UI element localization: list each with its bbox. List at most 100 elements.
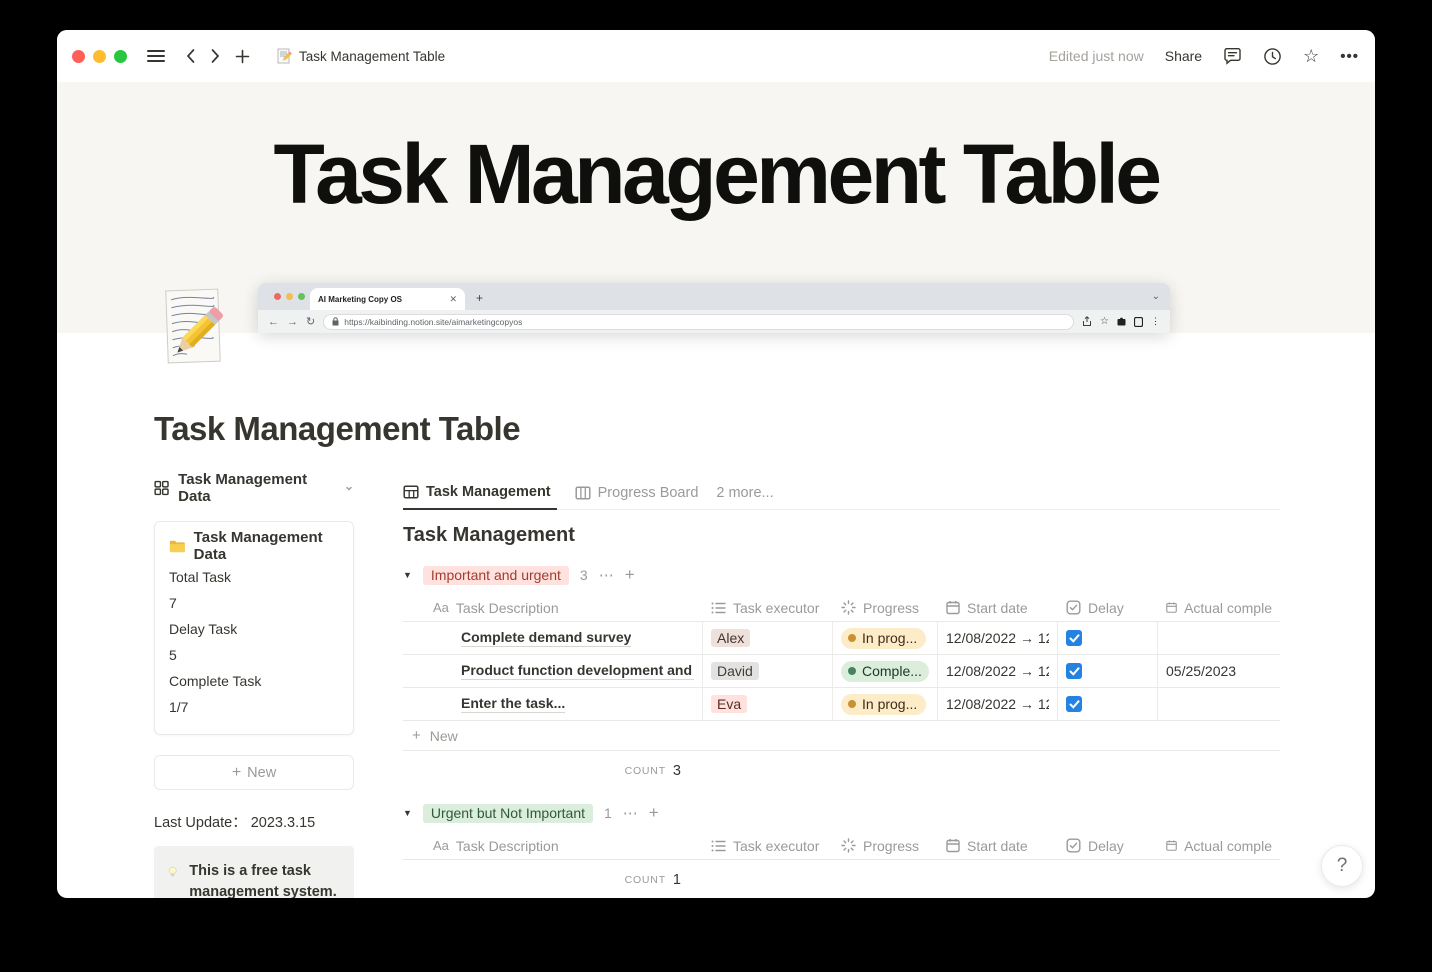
plus-icon: + (412, 727, 421, 744)
group-toggle-icon[interactable]: ▼ (403, 570, 412, 580)
calendar-icon (1166, 840, 1177, 851)
cell-progress[interactable]: In prog... (833, 622, 938, 654)
menu-icon[interactable] (147, 50, 165, 62)
card-field-value: 1/7 (169, 699, 189, 715)
forward-icon[interactable] (210, 48, 221, 64)
cell-task-description[interactable]: Complete demand survey (403, 622, 703, 654)
cell-actual-complete[interactable] (1158, 622, 1280, 654)
chevron-down-icon: ⌄ (343, 479, 354, 493)
history-clock-icon[interactable] (1263, 47, 1282, 66)
status-dot (848, 634, 856, 642)
browser-tab-close-icon: ✕ (449, 293, 457, 304)
gallery-grid-icon (154, 480, 169, 496)
browser-newtab-icon: + (476, 291, 484, 305)
column-delay[interactable]: Delay (1058, 600, 1158, 616)
column-progress[interactable]: Progress (833, 600, 938, 616)
browser-forward-icon: → (287, 315, 298, 328)
help-button[interactable]: ? (1321, 845, 1363, 887)
cell-actual-complete[interactable]: 05/25/2023 (1158, 655, 1280, 687)
column-label: Start date (967, 837, 1028, 854)
linked-view-selector[interactable]: Task Management Data ⌄ (154, 471, 354, 505)
browser-traffic-lights (274, 293, 305, 300)
favorite-star-icon[interactable]: ☆ (1303, 47, 1319, 65)
cell-task-description[interactable]: Enter the task... (403, 688, 703, 720)
cell-task-description[interactable]: Product function development and d (403, 655, 703, 687)
delay-checkbox-checked[interactable] (1066, 696, 1082, 712)
column-start-date[interactable]: Start date (938, 838, 1058, 854)
cell-start-date[interactable]: 12/08/2022 → 12 (938, 655, 1058, 687)
browser-url: https://kaibinding.notion.site/aimarketi… (344, 316, 523, 327)
browser-omnibox: https://kaibinding.notion.site/aimarketi… (323, 313, 1075, 330)
table-row: Complete demand survey Alex In prog... 1… (403, 621, 1280, 654)
group-count: 1 (604, 805, 612, 821)
column-label: Task executor (733, 599, 820, 616)
table-header-row: Aa Task Description Task executor Progre… (403, 594, 1280, 621)
cell-start-date[interactable]: 12/08/2022 → 12 (938, 622, 1058, 654)
folder-icon (169, 540, 185, 553)
group-options-icon[interactable]: ⋯ (623, 804, 638, 822)
sidebar-new-button[interactable]: + New (154, 755, 354, 790)
column-actual-complete[interactable]: Actual comple (1158, 600, 1280, 616)
tab-label: Task Management (426, 484, 551, 500)
task-title: Complete demand survey (461, 629, 632, 647)
delay-checkbox-checked[interactable] (1066, 663, 1082, 679)
cell-start-date[interactable]: 12/08/2022 → 12 (938, 688, 1058, 720)
group-header-urgent-not-important: ▼ Urgent but Not Important 1 ⋯ + (403, 802, 1280, 824)
table-row: Product function development and d David… (403, 654, 1280, 687)
group-chip[interactable]: Urgent but Not Important (422, 803, 593, 823)
group-count-calculation[interactable]: COUNT 1 (403, 860, 703, 898)
column-start-date[interactable]: Start date (938, 600, 1058, 616)
minimize-button[interactable] (93, 49, 106, 63)
cell-task-executor[interactable]: Eva (703, 688, 833, 720)
cell-delay[interactable] (1058, 655, 1158, 687)
column-task-executor[interactable]: Task executor (703, 838, 833, 854)
cell-delay[interactable] (1058, 688, 1158, 720)
table-row: Enter the task... Eva In prog... 12/08/2… (403, 687, 1280, 720)
close-button[interactable] (72, 49, 85, 63)
group-chip[interactable]: Important and urgent (422, 565, 569, 585)
browser-toolbar: ← → ↻ https://kaibinding.notion.site/aim… (258, 310, 1170, 333)
cell-task-executor[interactable]: David (703, 655, 833, 687)
cell-progress[interactable]: In prog... (833, 688, 938, 720)
more-options-icon[interactable]: ••• (1340, 48, 1359, 65)
group-count-calculation[interactable]: COUNT 3 (403, 751, 703, 791)
list-type-icon (711, 840, 726, 851)
group-options-icon[interactable]: ⋯ (599, 566, 614, 584)
last-update-label: Last Update： (154, 815, 247, 831)
group-add-icon[interactable]: + (649, 803, 659, 823)
group-toggle-icon[interactable]: ▼ (403, 808, 412, 818)
count-label: COUNT (624, 874, 666, 886)
status-spinner-icon (841, 838, 856, 853)
column-actual-complete[interactable]: Actual comple (1158, 838, 1280, 854)
tab-label: 2 more... (716, 484, 774, 501)
column-task-executor[interactable]: Task executor (703, 600, 833, 616)
group-add-icon[interactable]: + (625, 565, 635, 585)
cell-actual-complete[interactable] (1158, 688, 1280, 720)
tab-progress-board[interactable]: Progress Board (575, 476, 698, 509)
summary-card[interactable]: Task Management Data Total Task 7 Delay … (154, 521, 354, 735)
new-tab-icon[interactable] (235, 49, 250, 64)
share-button[interactable]: Share (1165, 48, 1202, 64)
tab-task-management[interactable]: Task Management (403, 476, 557, 510)
summary-card-title: Task Management Data (193, 529, 323, 563)
plus-icon: + (231, 763, 242, 781)
delay-checkbox-checked[interactable] (1066, 630, 1082, 646)
column-task-description[interactable]: Aa Task Description (403, 600, 703, 616)
add-row-button[interactable]: + New (403, 720, 1280, 751)
task-title: Enter the task... (461, 695, 566, 713)
column-progress[interactable]: Progress (833, 838, 938, 854)
cell-progress[interactable]: Comple... (833, 655, 938, 687)
zoom-button[interactable] (114, 49, 127, 63)
comments-icon[interactable] (1223, 47, 1242, 65)
tab-more-views[interactable]: 2 more... (716, 476, 773, 509)
cell-task-executor[interactable]: Alex (703, 622, 833, 654)
cell-delay[interactable] (1058, 622, 1158, 654)
column-task-description[interactable]: Aa Task Description (403, 838, 703, 854)
back-icon[interactable] (185, 48, 196, 64)
column-delay[interactable]: Delay (1058, 838, 1158, 854)
status-dot (848, 700, 856, 708)
page-title[interactable]: Task Management Table (154, 410, 1375, 448)
page-icon-memo[interactable] (160, 286, 228, 368)
browser-tab: AI Marketing Copy OS ✕ (310, 288, 465, 310)
window-titlebar: Task Management Table Edited just now Sh… (57, 30, 1375, 82)
